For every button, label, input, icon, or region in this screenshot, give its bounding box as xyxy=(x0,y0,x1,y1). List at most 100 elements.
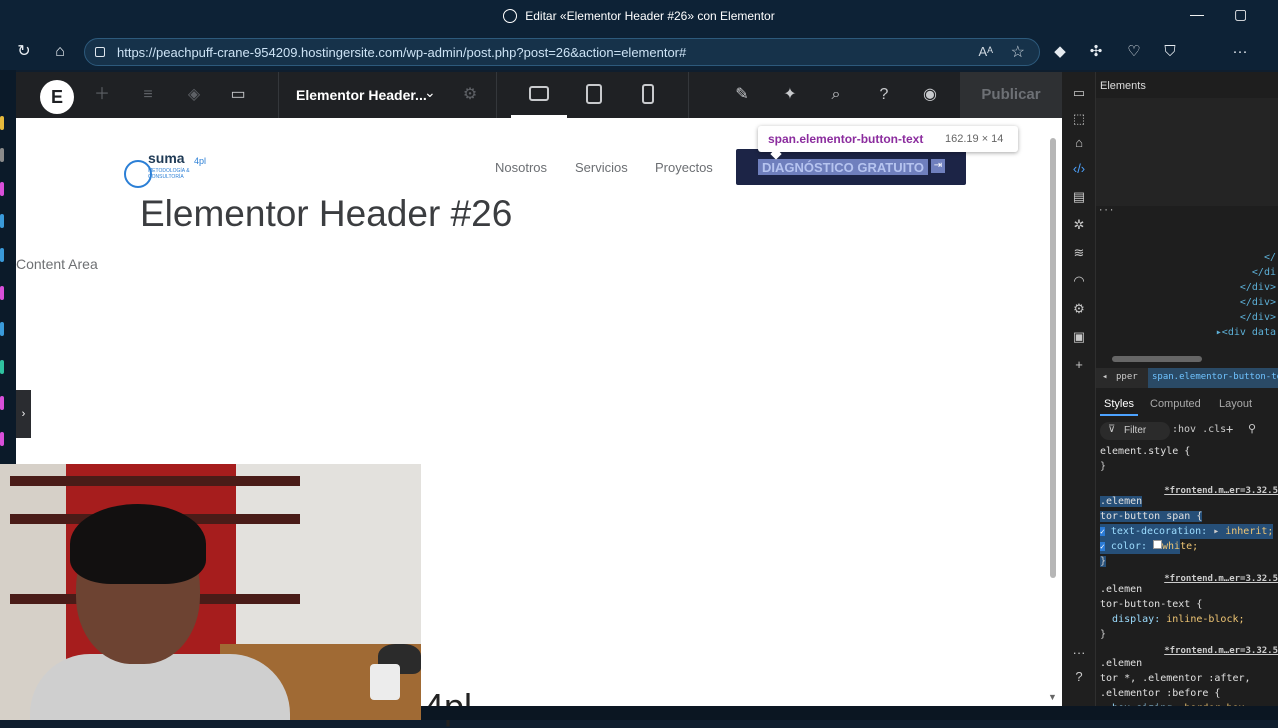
dom-horizontal-scrollbar[interactable] xyxy=(1112,356,1202,362)
desktop-device-icon[interactable] xyxy=(529,86,549,101)
inspect-element-icon[interactable]: ⬚ xyxy=(1070,110,1088,128)
color-swatch[interactable] xyxy=(1153,540,1163,549)
publish-button[interactable]: Publicar xyxy=(960,72,1062,118)
page-settings-gear-icon[interactable]: ⚙ xyxy=(460,85,480,105)
expand-panel-button[interactable]: › xyxy=(16,390,31,438)
css-property[interactable]: color: xyxy=(1111,541,1147,552)
breadcrumb-active[interactable]: span.elementor-button-tex xyxy=(1148,368,1278,388)
dom-line[interactable]: </div> xyxy=(1096,297,1278,312)
dom-ellipsis[interactable]: ··· xyxy=(1098,206,1114,216)
dom-line[interactable]: </div> xyxy=(1096,312,1278,327)
shield-extension-icon[interactable]: ◆ xyxy=(1050,42,1070,62)
menu-link-proyectos[interactable]: Proyectos xyxy=(655,160,713,175)
css-selector[interactable]: .elementor :before { xyxy=(1100,686,1251,701)
checkbox-icon[interactable]: ✓ xyxy=(1100,527,1105,536)
welcome-home-icon[interactable]: ⌂ xyxy=(1070,134,1088,152)
css-selector[interactable]: element.style { xyxy=(1100,444,1190,459)
url-text[interactable]: https://peachpuff-crane-954209.hostinger… xyxy=(117,45,686,60)
css-value[interactable]: inline-block; xyxy=(1166,614,1244,625)
add-element-icon[interactable]: ＋ xyxy=(92,85,112,105)
tab-color-marker[interactable] xyxy=(0,286,4,300)
menu-link-nosotros[interactable]: Nosotros xyxy=(495,160,547,175)
tab-color-marker[interactable] xyxy=(0,396,4,410)
elementor-logo-button[interactable]: E xyxy=(40,80,74,114)
css-selector[interactable]: tor-button-text { xyxy=(1100,597,1245,612)
canvas-scrollbar[interactable] xyxy=(1050,138,1056,578)
tab-color-marker[interactable] xyxy=(0,148,4,162)
paint-icon[interactable]: ⚲ xyxy=(1248,422,1256,435)
tab-color-marker[interactable] xyxy=(0,214,4,228)
cta-button-text[interactable]: DIAGNÓSTICO GRATUITO xyxy=(758,159,929,175)
more-menu-icon[interactable]: ··· xyxy=(1230,42,1250,62)
tab-color-marker[interactable] xyxy=(0,116,4,130)
maximize-button[interactable]: ▢ xyxy=(1234,6,1247,23)
tab-color-marker[interactable] xyxy=(0,248,4,262)
document-title[interactable]: Elementor Header... xyxy=(296,87,427,103)
css-selector[interactable]: tor-button span { xyxy=(1100,511,1203,522)
chevron-down-icon[interactable]: ⌄ xyxy=(424,84,436,101)
breadcrumb-previous[interactable]: pper xyxy=(1116,372,1138,382)
new-rule-plus-icon[interactable]: + xyxy=(1226,422,1233,436)
bug-icon[interactable]: ✲ xyxy=(1070,216,1088,234)
settings-gear-icon[interactable]: ⚙ xyxy=(1070,300,1088,318)
console-icon[interactable]: ▤ xyxy=(1070,188,1088,206)
tab-styles[interactable]: Styles xyxy=(1104,398,1134,410)
css-value[interactable]: inherit; xyxy=(1225,526,1273,537)
css-selector[interactable]: .elemen xyxy=(1100,582,1245,597)
css-source-link[interactable]: *frontend.m…er=3.32.5 xyxy=(1164,646,1278,656)
css-value[interactable]: white; xyxy=(1162,541,1198,552)
refresh-icon[interactable]: ↻ xyxy=(14,42,34,62)
site-logo[interactable]: suma 4pl METODOLOGÍA & CONSULTORÍA xyxy=(120,148,216,188)
mobile-device-icon[interactable] xyxy=(642,84,654,104)
tab-color-marker[interactable] xyxy=(0,360,4,374)
help-circle-icon[interactable]: ? xyxy=(1070,668,1088,686)
health-icon[interactable]: ♡ xyxy=(1124,42,1144,62)
dom-line[interactable]: </ xyxy=(1096,252,1278,267)
menu-link-servicios[interactable]: Servicios xyxy=(575,160,628,175)
dom-line[interactable]: ▸<div data xyxy=(1096,327,1278,342)
network-wifi-icon[interactable]: ≋ xyxy=(1070,244,1088,262)
preview-eye-icon[interactable]: ◉ xyxy=(920,85,940,105)
dom-line[interactable]: </div> xyxy=(1096,282,1278,297)
os-taskbar xyxy=(421,706,1278,720)
css-property[interactable]: display: xyxy=(1112,614,1160,625)
device-emulation-icon[interactable]: ▭ xyxy=(1070,84,1088,102)
notifications-icon[interactable]: ✦ xyxy=(780,85,800,105)
tab-color-marker[interactable] xyxy=(0,182,4,196)
css-selector[interactable]: .elemen xyxy=(1100,496,1143,507)
home-icon[interactable]: ⌂ xyxy=(50,42,70,62)
tablet-device-icon[interactable] xyxy=(586,84,602,104)
tab-color-marker[interactable] xyxy=(0,432,4,446)
css-selector[interactable]: tor *, .elementor :after, xyxy=(1100,671,1251,686)
elements-code-icon[interactable]: ‹/› xyxy=(1070,160,1088,178)
tab-color-marker[interactable] xyxy=(0,322,4,336)
toolbar-divider xyxy=(688,72,689,118)
structure-icon[interactable]: ≡ xyxy=(138,85,158,105)
css-selector[interactable]: .elemen xyxy=(1100,656,1251,671)
favorite-star-icon[interactable]: ☆ xyxy=(1011,42,1025,62)
browser-essentials-icon[interactable]: ⛉ xyxy=(1160,42,1180,62)
scroll-down-arrow-icon[interactable]: ▼ xyxy=(1048,692,1057,702)
filter-options[interactable]: :hov .cls xyxy=(1172,424,1226,435)
css-property[interactable]: text-decoration: xyxy=(1111,526,1207,537)
extensions-icon[interactable]: ✣ xyxy=(1086,42,1106,62)
checkbox-icon[interactable]: ✓ xyxy=(1100,542,1105,551)
styles-filter-input[interactable]: ⊽ Filter xyxy=(1100,422,1170,440)
address-bar[interactable]: https://peachpuff-crane-954209.hostinger… xyxy=(84,38,1040,66)
more-tools-icon[interactable]: ··· xyxy=(1070,644,1088,662)
add-tool-icon[interactable]: + xyxy=(1070,356,1088,374)
help-icon[interactable]: ? xyxy=(874,85,894,105)
minimize-button[interactable]: — xyxy=(1190,6,1204,22)
search-icon[interactable]: ⌕ xyxy=(826,85,846,105)
tab-layout[interactable]: Layout xyxy=(1219,398,1252,410)
site-settings-pen-icon[interactable]: ✎ xyxy=(732,85,752,105)
application-icon[interactable]: ▣ xyxy=(1070,328,1088,346)
performance-icon[interactable]: ◠ xyxy=(1070,272,1088,290)
tooltip-selector: span.elementor-button-text xyxy=(768,132,924,146)
tab-computed[interactable]: Computed xyxy=(1150,398,1201,410)
breadcrumb-back-icon[interactable]: ◂ xyxy=(1102,372,1107,382)
comments-icon[interactable]: ▭ xyxy=(228,85,248,105)
dom-line[interactable]: </di xyxy=(1096,267,1278,282)
read-aloud-icon[interactable]: Aᴬ xyxy=(978,44,993,59)
layers-icon[interactable]: ◈ xyxy=(184,85,204,105)
